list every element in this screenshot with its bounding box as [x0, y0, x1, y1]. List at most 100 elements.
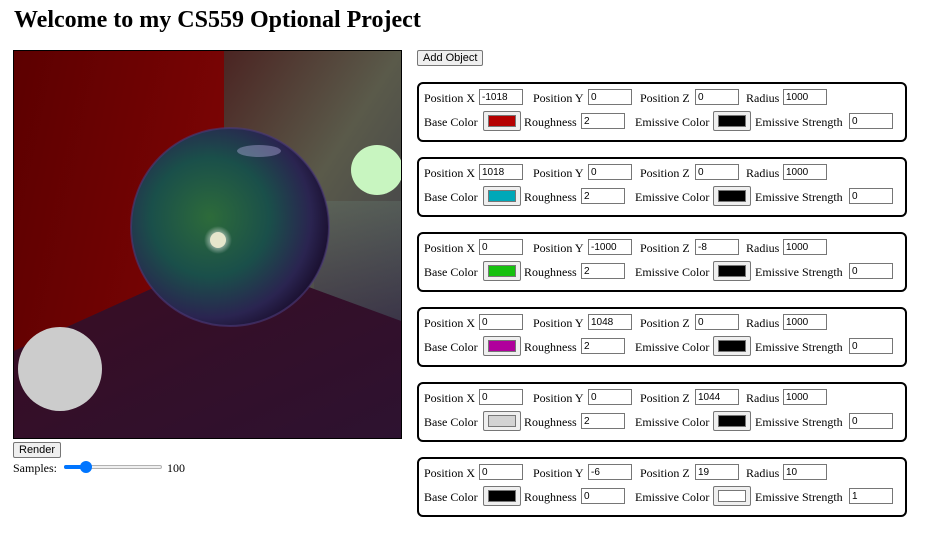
emissive-color-swatch [718, 490, 746, 502]
position-z-label: Position Z [640, 391, 690, 405]
position-x-label: Position X [424, 316, 476, 330]
emissive-color-label: Emissive Color [635, 265, 710, 279]
position-z-input[interactable] [695, 314, 739, 330]
radius-input[interactable] [783, 164, 827, 180]
position-x-input[interactable] [479, 314, 523, 330]
position-z-input[interactable] [695, 89, 739, 105]
position-y-label: Position Y [533, 391, 584, 405]
position-x-input[interactable] [479, 464, 523, 480]
roughness-label: Roughness [524, 415, 577, 429]
position-x-input[interactable] [479, 89, 523, 105]
roughness-label: Roughness [524, 115, 577, 129]
position-y-input[interactable] [588, 464, 632, 480]
object-card: Position X Position Y Position Z Radius … [417, 307, 907, 367]
emissive-strength-input[interactable] [849, 113, 893, 129]
position-z-input[interactable] [695, 464, 739, 480]
position-y-input[interactable] [588, 389, 632, 405]
emissive-strength-input[interactable] [849, 488, 893, 504]
roughness-input[interactable] [581, 413, 625, 429]
radius-input[interactable] [783, 464, 827, 480]
base-color-swatch [488, 265, 516, 277]
add-object-button[interactable]: Add Object [417, 50, 484, 66]
radius-input[interactable] [783, 239, 827, 255]
emissive-color-swatch [718, 265, 746, 277]
emissive-color-swatch [718, 340, 746, 352]
base-color-swatch [488, 415, 516, 427]
emissive-color-label: Emissive Color [635, 415, 710, 429]
position-y-input[interactable] [588, 239, 632, 255]
object-card: Position X Position Y Position Z Radius … [417, 457, 907, 517]
position-z-input[interactable] [695, 239, 739, 255]
samples-slider[interactable] [64, 461, 162, 473]
position-y-input[interactable] [588, 164, 632, 180]
base-color-label: Base Color [424, 340, 478, 354]
object-card: Position X Position Y Position Z Radius … [417, 382, 907, 442]
base-color-picker[interactable] [483, 336, 521, 356]
position-x-label: Position X [424, 166, 476, 180]
roughness-input[interactable] [581, 338, 625, 354]
base-color-picker[interactable] [483, 186, 521, 206]
emissive-strength-label: Emissive Strength [755, 265, 843, 279]
emissive-color-label: Emissive Color [635, 340, 710, 354]
object-card: Position X Position Y Position Z Radius … [417, 82, 907, 142]
samples-label: Samples: [13, 461, 57, 475]
position-z-input[interactable] [695, 164, 739, 180]
emissive-color-picker[interactable] [713, 486, 751, 506]
position-x-label: Position X [424, 391, 476, 405]
base-color-swatch [488, 190, 516, 202]
emissive-strength-label: Emissive Strength [755, 490, 843, 504]
position-y-input[interactable] [588, 314, 632, 330]
radius-label: Radius [746, 91, 780, 105]
samples-value: 100 [167, 461, 185, 475]
emissive-color-label: Emissive Color [635, 490, 710, 504]
roughness-input[interactable] [581, 188, 625, 204]
emissive-color-swatch [718, 415, 746, 427]
emissive-strength-label: Emissive Strength [755, 415, 843, 429]
position-z-label: Position Z [640, 241, 690, 255]
page-title: Welcome to my CS559 Optional Project [14, 7, 421, 33]
emissive-color-label: Emissive Color [635, 190, 710, 204]
emissive-strength-label: Emissive Strength [755, 115, 843, 129]
emissive-color-label: Emissive Color [635, 115, 710, 129]
emissive-color-picker[interactable] [713, 336, 751, 356]
base-color-picker[interactable] [483, 411, 521, 431]
position-x-input[interactable] [479, 164, 523, 180]
position-z-label: Position Z [640, 316, 690, 330]
position-y-label: Position Y [533, 316, 584, 330]
slider-thumb[interactable] [79, 461, 92, 473]
emissive-strength-input[interactable] [849, 263, 893, 279]
base-color-picker[interactable] [483, 486, 521, 506]
position-x-label: Position X [424, 466, 476, 480]
object-card: Position X Position Y Position Z Radius … [417, 157, 907, 217]
emissive-strength-input[interactable] [849, 338, 893, 354]
roughness-label: Roughness [524, 190, 577, 204]
base-color-picker[interactable] [483, 261, 521, 281]
base-color-label: Base Color [424, 265, 478, 279]
radius-label: Radius [746, 241, 780, 255]
roughness-input[interactable] [581, 488, 625, 504]
emissive-color-swatch [718, 115, 746, 127]
roughness-label: Roughness [524, 265, 577, 279]
roughness-input[interactable] [581, 113, 625, 129]
position-x-input[interactable] [479, 389, 523, 405]
roughness-input[interactable] [581, 263, 625, 279]
roughness-label: Roughness [524, 340, 577, 354]
emissive-color-picker[interactable] [713, 186, 751, 206]
position-x-input[interactable] [479, 239, 523, 255]
position-z-input[interactable] [695, 389, 739, 405]
emissive-color-picker[interactable] [713, 111, 751, 131]
base-color-picker[interactable] [483, 111, 521, 131]
position-z-label: Position Z [640, 466, 690, 480]
emissive-color-picker[interactable] [713, 411, 751, 431]
radius-input[interactable] [783, 389, 827, 405]
position-y-input[interactable] [588, 89, 632, 105]
position-x-label: Position X [424, 91, 476, 105]
base-color-swatch [488, 115, 516, 127]
emissive-color-swatch [718, 190, 746, 202]
emissive-strength-input[interactable] [849, 188, 893, 204]
render-button[interactable]: Render [13, 442, 62, 458]
emissive-strength-input[interactable] [849, 413, 893, 429]
radius-input[interactable] [783, 89, 827, 105]
radius-input[interactable] [783, 314, 827, 330]
emissive-color-picker[interactable] [713, 261, 751, 281]
